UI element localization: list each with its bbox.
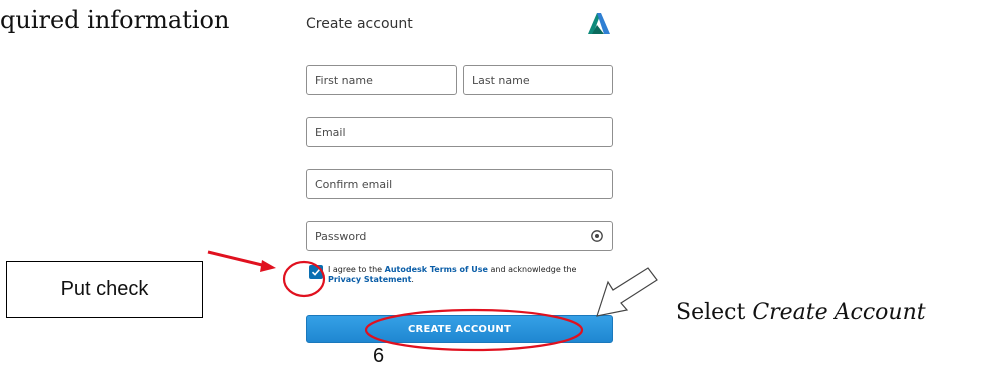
put-check-callout: Put check [6, 261, 203, 318]
create-account-button[interactable]: CREATE ACCOUNT [306, 315, 613, 343]
red-arrow-head-icon [260, 260, 276, 272]
page-number: 6 [373, 345, 385, 367]
password-placeholder: Password [315, 229, 367, 243]
checkmark-icon [311, 268, 321, 276]
terms-of-use-link[interactable]: Autodesk Terms of Use [385, 265, 488, 274]
terms-checkbox[interactable] [309, 265, 323, 279]
first-name-placeholder: First name [315, 73, 373, 87]
email-field[interactable]: Email [306, 117, 613, 147]
red-arrow-shaft [207, 250, 267, 268]
email-placeholder: Email [315, 125, 346, 139]
password-field[interactable]: Password [306, 221, 613, 251]
select-target: Create Account [752, 300, 926, 325]
terms-text-2: and acknowledge the [487, 265, 577, 274]
select-prefix: Select [676, 300, 753, 325]
select-create-account-note: Select Create Account [676, 300, 926, 325]
form-title: Create account [306, 16, 413, 32]
first-name-field[interactable]: First name [306, 65, 457, 95]
last-name-placeholder: Last name [472, 73, 530, 87]
create-account-label: CREATE ACCOUNT [408, 323, 511, 335]
show-password-icon[interactable] [590, 229, 604, 243]
confirm-email-field[interactable]: Confirm email [306, 169, 613, 199]
annotation-heading: quired information [0, 6, 230, 34]
privacy-statement-link[interactable]: Privacy Statement [328, 275, 411, 284]
terms-text: I agree to the Autodesk Terms of Use and… [328, 265, 608, 285]
autodesk-logo-icon [588, 13, 610, 34]
last-name-field[interactable]: Last name [463, 65, 613, 95]
terms-text-3: . [411, 275, 414, 284]
confirm-email-placeholder: Confirm email [315, 177, 393, 191]
put-check-label: Put check [60, 278, 149, 300]
terms-text-1: I agree to the [328, 265, 385, 274]
